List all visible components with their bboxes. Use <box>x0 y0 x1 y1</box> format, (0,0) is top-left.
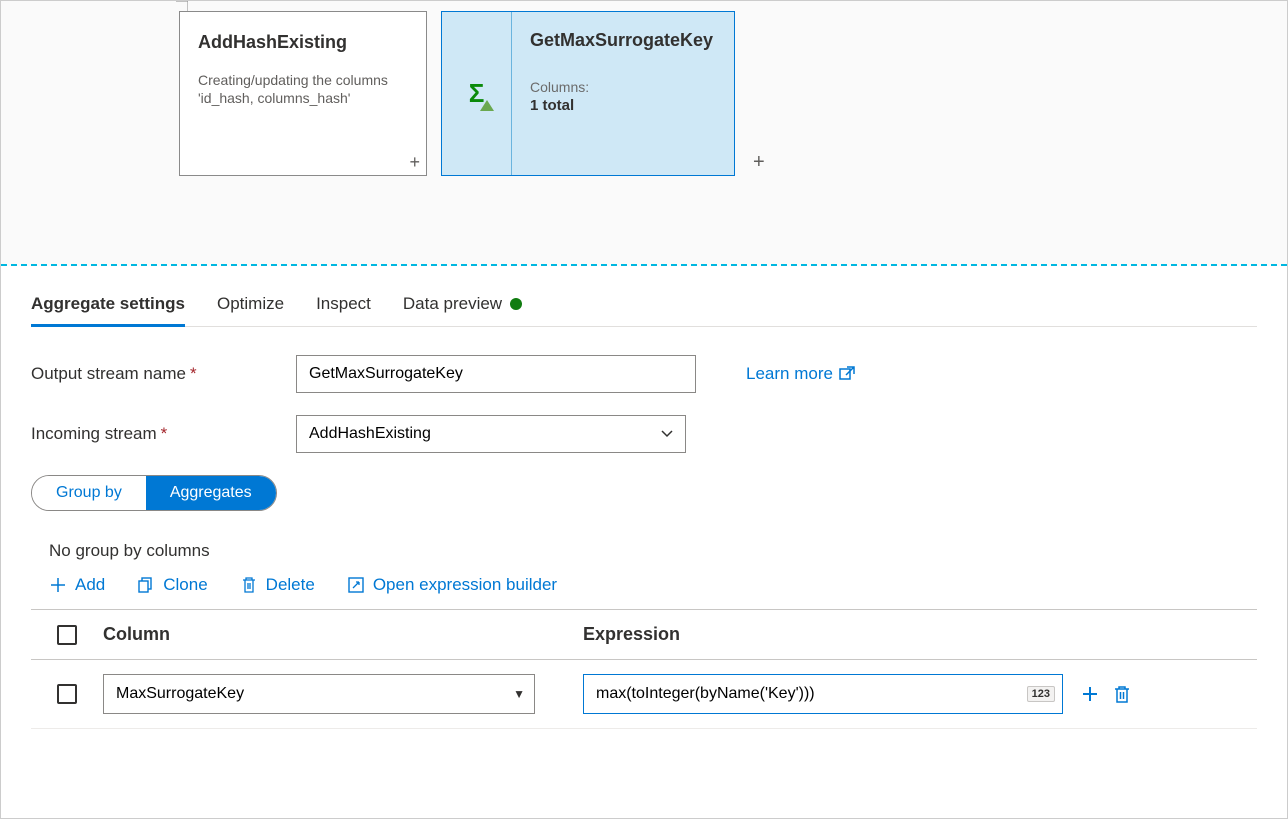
external-link-icon <box>839 366 855 382</box>
column-header: Column <box>103 624 583 645</box>
node1-add-branch[interactable]: + <box>409 152 420 173</box>
tab-inspect[interactable]: Inspect <box>316 290 371 326</box>
output-stream-input[interactable] <box>296 355 696 393</box>
status-dot-icon <box>510 298 522 310</box>
column-name-input[interactable] <box>103 674 535 714</box>
plus-icon <box>1081 685 1099 703</box>
table-row: ▼ 123 <box>31 660 1257 729</box>
groupby-aggregate-toggle: Group by Aggregates <box>31 475 277 511</box>
clone-button[interactable]: Clone <box>137 575 207 595</box>
node2-title: GetMaxSurrogateKey <box>530 30 716 51</box>
node1-title: AddHashExisting <box>180 12 426 71</box>
toggle-aggregates[interactable]: Aggregates <box>146 476 276 510</box>
toggle-groupby[interactable]: Group by <box>32 476 146 510</box>
row-checkbox[interactable] <box>57 684 77 704</box>
delete-row-button[interactable] <box>1113 685 1131 703</box>
clone-icon <box>137 576 155 594</box>
datatype-badge: 123 <box>1027 686 1055 702</box>
output-stream-label: Output stream name* <box>31 364 296 384</box>
incoming-stream-select[interactable] <box>296 415 686 453</box>
tab-aggregate-settings[interactable]: Aggregate settings <box>31 290 185 326</box>
expression-input[interactable] <box>583 674 1063 714</box>
trash-icon <box>240 576 258 594</box>
tab-data-preview-label: Data preview <box>403 294 502 314</box>
flow-canvas[interactable]: AddHashExisting Creating/updating the co… <box>1 1 1287 266</box>
tab-data-preview[interactable]: Data preview <box>403 290 522 326</box>
node2-columns-label: Columns: <box>530 79 716 95</box>
learn-more-link[interactable]: Learn more <box>746 364 855 384</box>
node2-add-branch[interactable]: + <box>753 151 765 174</box>
open-expression-builder-button[interactable]: Open expression builder <box>347 575 557 595</box>
tabs: Aggregate settings Optimize Inspect Data… <box>31 290 1257 327</box>
add-row-button[interactable] <box>1081 685 1099 703</box>
settings-panel: Aggregate settings Optimize Inspect Data… <box>1 266 1287 818</box>
trash-icon <box>1113 685 1131 703</box>
node-getmaxsurrogatekey[interactable]: Σ GetMaxSurrogateKey Columns: 1 total <box>441 11 735 176</box>
node2-total: 1 total <box>530 97 716 114</box>
plus-icon <box>49 576 67 594</box>
add-button[interactable]: Add <box>49 575 105 595</box>
delete-button[interactable]: Delete <box>240 575 315 595</box>
select-all-checkbox[interactable] <box>57 625 77 645</box>
tab-optimize[interactable]: Optimize <box>217 290 284 326</box>
no-group-message: No group by columns <box>49 541 1257 561</box>
incoming-stream-label: Incoming stream* <box>31 424 296 444</box>
node-addhashexisting[interactable]: AddHashExisting Creating/updating the co… <box>179 11 427 176</box>
expression-header: Expression <box>583 624 1257 645</box>
expression-builder-icon <box>347 576 365 594</box>
aggregate-icon: Σ <box>442 12 512 175</box>
node1-desc: Creating/updating the columns 'id_hash, … <box>180 71 426 107</box>
